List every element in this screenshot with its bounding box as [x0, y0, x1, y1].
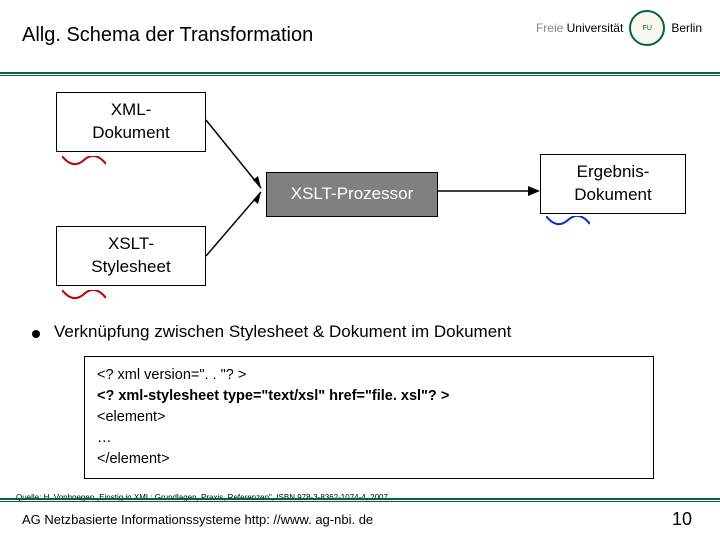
arrow-icon	[438, 184, 540, 198]
arrow-icon	[206, 110, 286, 192]
xslt-stylesheet-box: XSLT- Stylesheet	[56, 226, 206, 286]
document-tail-icon	[62, 290, 106, 304]
bullet-text: Verknüpfung zwischen Stylesheet & Dokume…	[54, 322, 511, 342]
stylesheet-line2: Stylesheet	[67, 256, 195, 279]
code-line: </element>	[97, 449, 641, 470]
xml-doc-line1: XML-	[67, 99, 195, 122]
page-number: 10	[672, 509, 692, 530]
result-line2: Dokument	[551, 184, 675, 207]
seal-icon: FU	[629, 10, 665, 46]
result-line1: Ergebnis-	[551, 161, 675, 184]
bullet-item: Verknüpfung zwischen Stylesheet & Dokume…	[32, 322, 720, 342]
result-document-box: Ergebnis- Dokument	[540, 154, 686, 214]
xml-document-box: XML- Dokument	[56, 92, 206, 152]
transformation-diagram: XML- Dokument XSLT-Prozessor Ergebnis- D…	[0, 86, 720, 306]
footer-divider	[0, 498, 720, 502]
code-example-box: <? xml version=". . "? > <? xml-styleshe…	[84, 356, 654, 479]
logo-text: Freie Universität	[536, 21, 623, 35]
code-line-bold: <? xml-stylesheet type="text/xsl" href="…	[97, 386, 641, 407]
document-tail-icon	[546, 216, 590, 230]
arrow-icon	[206, 186, 286, 266]
header-divider	[0, 72, 720, 76]
xslt-processor-box: XSLT-Prozessor	[266, 172, 438, 217]
logo-city: Berlin	[671, 21, 702, 35]
footer-text: AG Netzbasierte Informationssysteme http…	[22, 512, 373, 527]
university-logo: Freie Universität FU Berlin	[536, 10, 702, 46]
code-line: …	[97, 428, 641, 449]
document-tail-icon	[62, 156, 106, 170]
xml-doc-line2: Dokument	[67, 122, 195, 145]
stylesheet-line1: XSLT-	[67, 233, 195, 256]
bullet-icon	[32, 330, 40, 338]
code-line: <element>	[97, 407, 641, 428]
code-line: <? xml version=". . "? >	[97, 365, 641, 386]
